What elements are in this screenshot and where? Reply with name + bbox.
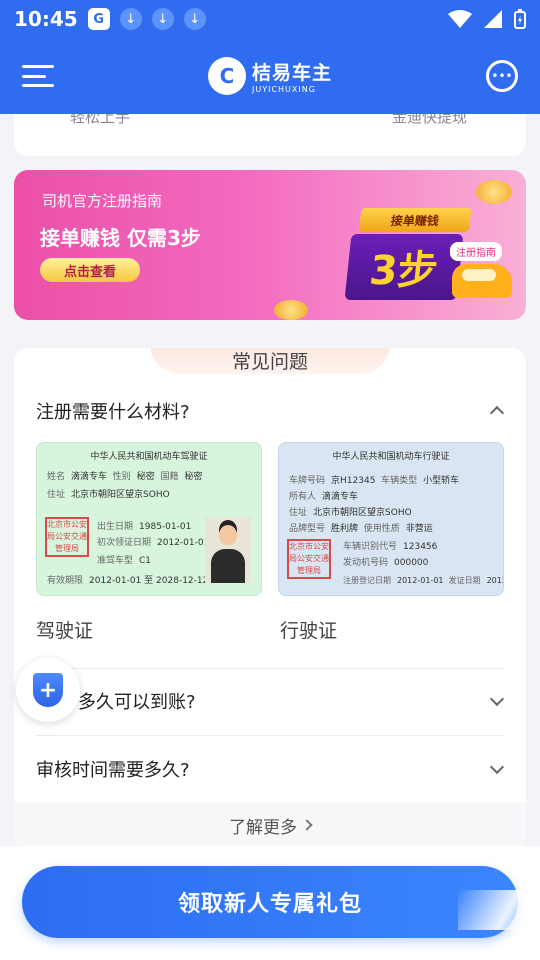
register-guide-banner[interactable]: 司机官方注册指南 接单赚钱 仅需3步 点击查看 接单赚钱 3步 注册指南 bbox=[14, 170, 526, 320]
coin-icon bbox=[274, 300, 308, 320]
label: 车辆类型 bbox=[381, 476, 418, 486]
value: 000000 bbox=[394, 558, 429, 568]
license-title: 中华人民共和国机动车行驶证 bbox=[332, 452, 450, 462]
value: 2012-01-01 bbox=[486, 576, 503, 585]
label: 有效期限 bbox=[47, 576, 84, 586]
chevron-right-icon bbox=[301, 819, 313, 831]
label: 性别 bbox=[112, 472, 131, 482]
chevron-up-icon[interactable] bbox=[489, 405, 505, 421]
faq-section: 常见问题 注册需要什么材料? 中华人民共和国机动车驾驶证 姓名 滴滴专车 性别 秘密… bbox=[14, 348, 526, 848]
value: 123456 bbox=[403, 542, 438, 552]
value: 非营运 bbox=[405, 524, 433, 534]
feature-left-text: 轻松上手 bbox=[70, 114, 131, 126]
menu-icon[interactable] bbox=[22, 65, 54, 87]
feature-right-text: 金迪快提现 bbox=[392, 114, 468, 126]
value: 秘密 bbox=[184, 472, 203, 482]
divider bbox=[36, 668, 504, 669]
logo-subtitle: JUYICHUXING bbox=[251, 85, 316, 94]
label: 出生日期 bbox=[97, 522, 134, 532]
label: 车牌号码 bbox=[289, 476, 326, 486]
license-title: 中华人民共和国机动车驾驶证 bbox=[90, 452, 208, 462]
battery-icon bbox=[514, 9, 526, 29]
value: 滴滴专车 bbox=[322, 492, 359, 502]
learn-more-label: 了解更多 bbox=[229, 817, 297, 838]
label: 发证日期 bbox=[448, 576, 481, 585]
label: 品牌型号 bbox=[289, 524, 326, 534]
value: 滴滴专车 bbox=[71, 472, 108, 482]
banner-tag: 注册指南 bbox=[450, 242, 502, 261]
value: 北京市朝阳区望京SOHO bbox=[71, 490, 170, 500]
floating-security-button[interactable]: + bbox=[16, 658, 80, 722]
label: 所有人 bbox=[289, 492, 317, 502]
status-bar: 10:45 G ↓ ↓ ↓ bbox=[0, 0, 540, 38]
view-button[interactable]: 点击查看 bbox=[40, 258, 140, 282]
driver-photo bbox=[205, 517, 251, 583]
faq-title: 常见问题 bbox=[150, 348, 390, 374]
coin-icon bbox=[476, 180, 512, 204]
learn-more-link[interactable]: 了解更多 bbox=[14, 802, 526, 848]
banner-ribbon: 接单赚钱 bbox=[358, 208, 472, 232]
value: 胜利牌 bbox=[331, 524, 359, 534]
button-shine bbox=[458, 890, 538, 930]
shield-plus-icon: + bbox=[33, 673, 63, 707]
download-icon: ↓ bbox=[151, 8, 174, 30]
label: 准驾车型 bbox=[97, 556, 134, 566]
feature-card: 轻松上手 金迪快提现 bbox=[14, 114, 526, 156]
value: 1985-01-01 bbox=[139, 522, 192, 532]
caption-driving-license: 驾驶证 bbox=[36, 620, 94, 642]
driving-license-image: 中华人民共和国机动车驾驶证 姓名 滴滴专车 性别 秘密 国籍 秘密 住址 北京市朝阳区望… bbox=[36, 442, 262, 596]
value: 2012-01-01 bbox=[157, 538, 210, 548]
banner-illustration: 接单赚钱 3步 注册指南 bbox=[340, 180, 516, 306]
logo-title: 桔易车主 bbox=[251, 62, 332, 84]
value: 京H12345 bbox=[331, 476, 376, 486]
stamp: 北京市公安局公安交通管理局 bbox=[45, 517, 89, 557]
caption-vehicle-license: 行驶证 bbox=[280, 620, 338, 642]
value: C1 bbox=[139, 556, 152, 566]
label: 住址 bbox=[289, 508, 308, 518]
value: 2012-01-01 至 2028-12-12 bbox=[89, 576, 209, 586]
label: 国籍 bbox=[160, 472, 179, 482]
vehicle-license-image: 中华人民共和国机动车行驶证 车牌号码 京H12345 车辆类型 小型轿车 所有人 滴滴… bbox=[278, 442, 504, 596]
claim-gift-button[interactable]: 领取新人专属礼包 bbox=[22, 866, 518, 938]
chevron-down-icon[interactable] bbox=[489, 759, 505, 775]
banner-title: 司机官方注册指南 bbox=[42, 192, 163, 210]
faq-question-review-time[interactable]: 审核时间需要多久? bbox=[36, 756, 190, 782]
download-icon: ↓ bbox=[119, 8, 142, 30]
stamp: 北京市公安局公安交通管理局 bbox=[287, 539, 331, 579]
value: 北京市朝阳区望京SOHO bbox=[313, 508, 412, 518]
download-icon: ↓ bbox=[183, 8, 206, 30]
car-icon bbox=[452, 264, 512, 298]
value: 秘密 bbox=[136, 472, 155, 482]
value: 2012-01-01 bbox=[397, 576, 444, 585]
divider bbox=[36, 735, 504, 736]
app-logo: C 桔易车主 JUYICHUXING bbox=[207, 57, 332, 95]
label: 注册登记日期 bbox=[343, 576, 391, 585]
label: 住址 bbox=[47, 490, 66, 500]
faq-question-materials[interactable]: 注册需要什么材料? bbox=[36, 398, 190, 424]
signal-icon bbox=[484, 10, 502, 28]
wifi-icon bbox=[448, 10, 472, 28]
app-notification-icon: G bbox=[87, 8, 110, 30]
banner-big-text: 3步 bbox=[344, 234, 464, 300]
faq-question-payout[interactable]: 多久可以到账? bbox=[78, 688, 196, 714]
value: 小型轿车 bbox=[423, 476, 460, 486]
label: 初次领证日期 bbox=[97, 538, 152, 548]
chevron-down-icon[interactable] bbox=[489, 691, 505, 707]
banner-subtitle: 接单赚钱 仅需3步 bbox=[40, 226, 201, 250]
logo-mark-icon: C bbox=[207, 57, 246, 95]
label: 姓名 bbox=[47, 472, 66, 482]
chat-icon[interactable]: ••• bbox=[485, 60, 518, 92]
label: 发动机号码 bbox=[343, 558, 389, 568]
label: 车辆识别代号 bbox=[343, 542, 398, 552]
status-time: 10:45 bbox=[14, 7, 78, 31]
app-header: C 桔易车主 JUYICHUXING ••• bbox=[0, 38, 540, 114]
label: 使用性质 bbox=[363, 524, 400, 534]
